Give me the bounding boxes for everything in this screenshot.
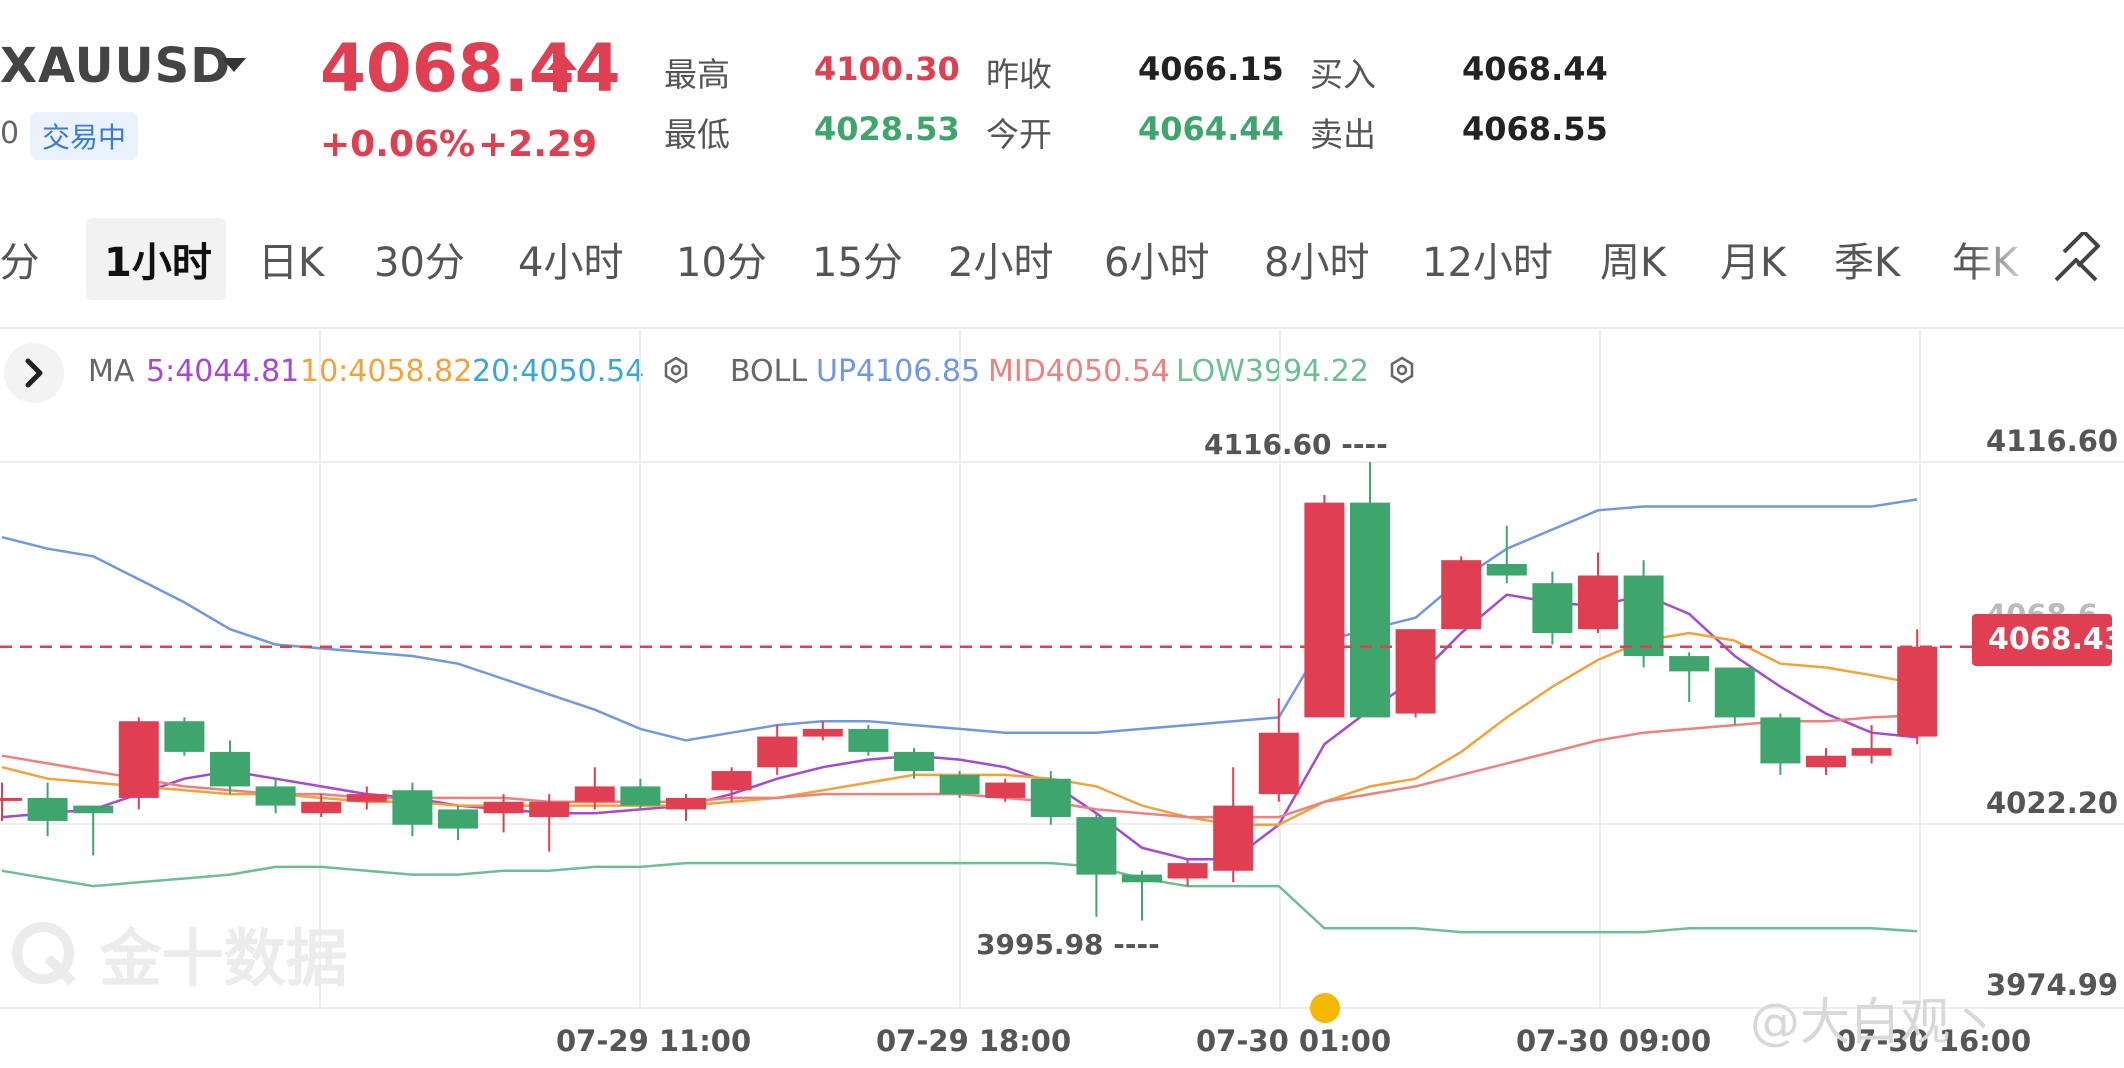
candle-body	[210, 751, 250, 787]
candle-body	[939, 774, 980, 795]
candle-body	[27, 797, 68, 821]
x-tick-label: 07-29 11:00	[556, 1024, 752, 1058]
x-tick-label: 07-30 09:00	[1516, 1024, 1712, 1058]
candle-body	[1669, 656, 1710, 672]
candle-body	[1213, 805, 1254, 871]
candle-body	[1897, 646, 1938, 737]
candle-body	[666, 797, 706, 810]
x-tick-label: 07-30 01:00	[1196, 1024, 1392, 1058]
candle-body	[1760, 717, 1801, 764]
candle-body	[118, 721, 159, 798]
candle-body	[346, 794, 387, 802]
candle-body	[1532, 583, 1573, 634]
candle-body	[1623, 575, 1664, 657]
candle-body	[757, 736, 798, 768]
candle-body	[1304, 502, 1345, 718]
candle-body	[73, 805, 114, 814]
candle-body	[164, 721, 205, 752]
candle-body	[711, 771, 752, 791]
candle-body	[0, 797, 22, 801]
candle-body	[255, 786, 296, 806]
candle-body	[1122, 874, 1162, 883]
candle-body	[985, 782, 1026, 798]
candle-body	[1167, 863, 1208, 879]
candle-body	[848, 728, 889, 752]
candle-body	[894, 751, 934, 772]
candle-body	[1350, 502, 1390, 718]
candle-body	[1851, 748, 1892, 756]
candle-body	[1030, 778, 1071, 818]
event-marker[interactable]	[1310, 993, 1340, 1023]
weibo-watermark: @大白观丶	[1750, 993, 2000, 1051]
candle-body	[438, 809, 478, 829]
candle-body	[1076, 817, 1117, 875]
candle-body	[802, 728, 843, 737]
candle-body	[1714, 667, 1755, 718]
min-annotation: 3995.98 ----	[976, 928, 1160, 961]
y-tick-label: 3974.99	[1986, 968, 2119, 1002]
candle-body	[1258, 732, 1299, 795]
candle-body	[1395, 629, 1436, 714]
max-annotation: 4116.60 ----	[1204, 428, 1388, 461]
candle-body	[483, 801, 524, 814]
candle-body	[529, 801, 570, 818]
x-tick-label: 07-29 18:00	[876, 1024, 1072, 1058]
current-price-label: 4068.43	[1988, 622, 2124, 657]
candle-body	[1441, 560, 1482, 630]
candle-body	[1578, 575, 1618, 630]
y-tick-label: 4022.20	[1986, 786, 2119, 820]
candle-body	[301, 801, 342, 814]
candle-body	[1806, 755, 1846, 768]
watermark-logo: 金十数据	[8, 908, 348, 998]
candle-body	[1486, 564, 1527, 576]
candle-body	[620, 786, 661, 806]
candle-body	[392, 790, 433, 825]
candle-body	[574, 786, 615, 802]
y-tick-label: 4116.60	[1986, 424, 2119, 458]
